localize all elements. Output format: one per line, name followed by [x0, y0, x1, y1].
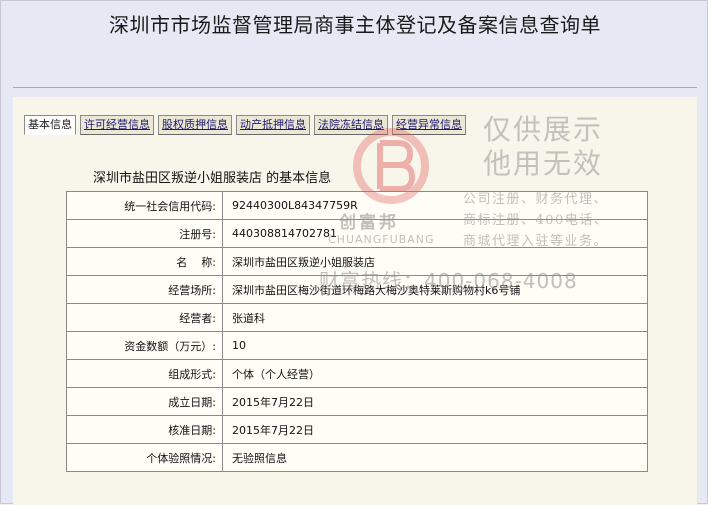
- field-value: 2015年7月22日: [222, 415, 648, 444]
- field-label: 资金数额（万元）:: [66, 331, 223, 360]
- table-row: 成立日期: 2015年7月22日: [66, 387, 648, 416]
- tab-basic-info[interactable]: 基本信息: [24, 115, 76, 135]
- tab-chattel-mortgage[interactable]: 动产抵押信息: [236, 115, 310, 135]
- page-frame: 深圳市市场监督管理局商事主体登记及备案信息查询单 基本信息 许可经营信息 股权质…: [0, 0, 708, 505]
- brand-name-en-watermark: CHUANGFUBANG: [328, 233, 435, 246]
- tab-license-info[interactable]: 许可经营信息: [80, 115, 154, 135]
- title-divider: [13, 87, 697, 88]
- hotline-watermark: 财富热线：400-068-4008: [319, 269, 578, 293]
- watermark-small3: 商城代理入驻等业务。: [463, 234, 609, 249]
- field-label: 个体验照情况:: [66, 443, 223, 472]
- watermark-small2: 商标注册、400电话、: [463, 213, 609, 228]
- table-row: 资金数额（万元）: 10: [66, 331, 648, 360]
- field-label: 注册号:: [66, 219, 223, 248]
- field-value: 无验照信息: [222, 443, 648, 472]
- page-title: 深圳市市场监督管理局商事主体登记及备案信息查询单: [109, 13, 601, 37]
- table-row: 核准日期: 2015年7月22日: [66, 415, 648, 444]
- watermark-line2: 他用无效: [483, 147, 604, 180]
- tab-court-freeze[interactable]: 法院冻结信息: [314, 115, 388, 135]
- field-label: 成立日期:: [66, 387, 223, 416]
- field-label: 核准日期:: [66, 415, 223, 444]
- table-row: 个体验照情况: 无验照信息: [66, 443, 648, 472]
- field-label: 经营者:: [66, 303, 223, 332]
- field-value: 2015年7月22日: [222, 387, 648, 416]
- tab-equity-pledge[interactable]: 股权质押信息: [158, 115, 232, 135]
- services-watermark: 公司注册、财务代理、 商标注册、400电话、 商城代理入驻等业务。: [463, 189, 608, 252]
- section-title: 深圳市盐田区叛逆小姐服装店 的基本信息: [93, 171, 332, 186]
- display-only-watermark: 仅供展示 他用无效: [483, 113, 603, 181]
- watermark-line1: 仅供展示: [483, 113, 604, 146]
- field-label: 经营场所:: [66, 275, 223, 304]
- table-row: 经营者: 张道科: [66, 303, 648, 332]
- tab-abnormal-operation[interactable]: 经营异常信息: [392, 115, 466, 135]
- table-row: 组成形式: 个体（个人经营）: [66, 359, 648, 388]
- tab-bar: 基本信息 许可经营信息 股权质押信息 动产抵押信息 法院冻结信息 经营异常信息: [24, 115, 466, 135]
- field-value: 张道科: [222, 303, 648, 332]
- field-value: 10: [222, 331, 648, 360]
- field-label: 组成形式:: [66, 359, 223, 388]
- watermark-small1: 公司注册、财务代理、: [463, 192, 609, 207]
- field-label: 名 称:: [66, 247, 223, 276]
- field-value: 个体（个人经营）: [222, 359, 648, 388]
- brand-name-watermark: 创富邦: [339, 213, 399, 233]
- field-label: 统一社会信用代码:: [66, 191, 223, 220]
